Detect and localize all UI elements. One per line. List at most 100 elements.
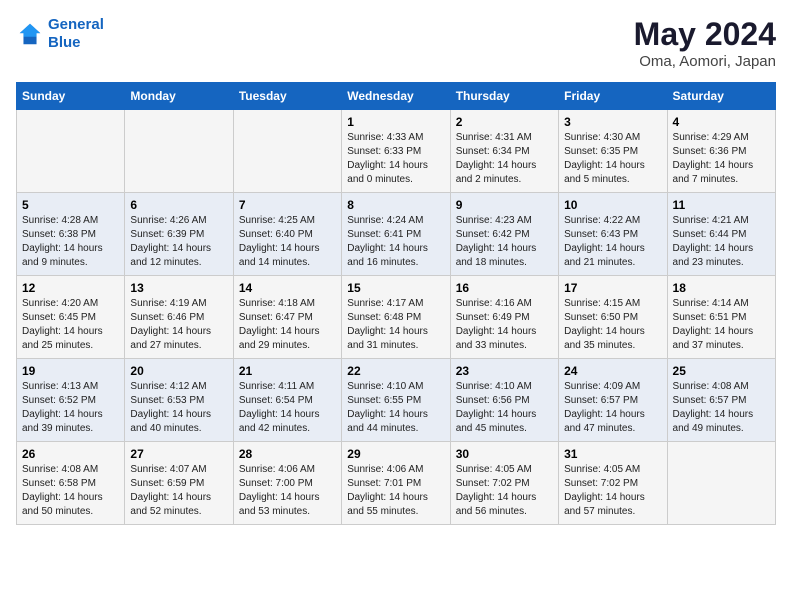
- cell-content: Sunrise: 4:18 AMSunset: 6:47 PMDaylight:…: [239, 297, 336, 353]
- cell-line: Sunrise: 4:26 AM: [130, 215, 206, 226]
- cell-line: Daylight: 14 hours: [673, 243, 754, 254]
- cell-line: and 42 minutes.: [239, 423, 310, 434]
- cell-line: Sunrise: 4:28 AM: [22, 215, 98, 226]
- cell-line: and 16 minutes.: [347, 257, 418, 268]
- cell-line: and 37 minutes.: [673, 340, 744, 351]
- cell-line: Sunrise: 4:05 AM: [456, 464, 532, 475]
- cell-line: Sunrise: 4:13 AM: [22, 381, 98, 392]
- cell-line: Sunrise: 4:08 AM: [673, 381, 749, 392]
- cell-line: Sunset: 7:01 PM: [347, 478, 421, 489]
- cell-content: Sunrise: 4:13 AMSunset: 6:52 PMDaylight:…: [22, 380, 119, 436]
- calendar-body: 1Sunrise: 4:33 AMSunset: 6:33 PMDaylight…: [17, 110, 776, 525]
- cell-content: Sunrise: 4:24 AMSunset: 6:41 PMDaylight:…: [347, 214, 444, 270]
- cell-line: Daylight: 14 hours: [239, 409, 320, 420]
- cell-content: Sunrise: 4:10 AMSunset: 6:55 PMDaylight:…: [347, 380, 444, 436]
- cell-line: Daylight: 14 hours: [130, 326, 211, 337]
- cell-content: Sunrise: 4:29 AMSunset: 6:36 PMDaylight:…: [673, 131, 770, 187]
- cell-line: Sunrise: 4:05 AM: [564, 464, 640, 475]
- day-number: 31: [564, 447, 661, 461]
- cell-line: Sunset: 6:36 PM: [673, 146, 747, 157]
- cell-line: and 23 minutes.: [673, 257, 744, 268]
- cell-line: and 18 minutes.: [456, 257, 527, 268]
- calendar-cell: 27Sunrise: 4:07 AMSunset: 6:59 PMDayligh…: [125, 442, 233, 525]
- day-number: 7: [239, 198, 336, 212]
- cell-line: Sunset: 6:55 PM: [347, 395, 421, 406]
- cell-line: Sunset: 6:42 PM: [456, 229, 530, 240]
- day-of-week-header: Wednesday: [342, 83, 450, 110]
- day-number: 13: [130, 281, 227, 295]
- cell-line: Daylight: 14 hours: [456, 160, 537, 171]
- calendar-cell: [17, 110, 125, 193]
- day-number: 14: [239, 281, 336, 295]
- day-number: 15: [347, 281, 444, 295]
- cell-line: Sunrise: 4:23 AM: [456, 215, 532, 226]
- cell-line: Sunset: 6:51 PM: [673, 312, 747, 323]
- cell-line: Daylight: 14 hours: [564, 409, 645, 420]
- cell-line: and 55 minutes.: [347, 506, 418, 517]
- cell-line: Daylight: 14 hours: [347, 492, 428, 503]
- calendar-cell: 10Sunrise: 4:22 AMSunset: 6:43 PMDayligh…: [559, 193, 667, 276]
- cell-content: Sunrise: 4:17 AMSunset: 6:48 PMDaylight:…: [347, 297, 444, 353]
- cell-line: Sunrise: 4:12 AM: [130, 381, 206, 392]
- calendar-header-row: SundayMondayTuesdayWednesdayThursdayFrid…: [17, 83, 776, 110]
- calendar-cell: 23Sunrise: 4:10 AMSunset: 6:56 PMDayligh…: [450, 359, 558, 442]
- day-number: 2: [456, 115, 553, 129]
- calendar-cell: 16Sunrise: 4:16 AMSunset: 6:49 PMDayligh…: [450, 276, 558, 359]
- cell-line: Sunrise: 4:10 AM: [456, 381, 532, 392]
- logo-line2: Blue: [48, 34, 81, 51]
- day-number: 6: [130, 198, 227, 212]
- calendar-cell: 12Sunrise: 4:20 AMSunset: 6:45 PMDayligh…: [17, 276, 125, 359]
- cell-content: Sunrise: 4:20 AMSunset: 6:45 PMDaylight:…: [22, 297, 119, 353]
- calendar-cell: 20Sunrise: 4:12 AMSunset: 6:53 PMDayligh…: [125, 359, 233, 442]
- calendar-week-row: 19Sunrise: 4:13 AMSunset: 6:52 PMDayligh…: [17, 359, 776, 442]
- cell-line: Daylight: 14 hours: [22, 492, 103, 503]
- cell-content: Sunrise: 4:12 AM Sunset: 6:53 PM Daylight:…: [130, 380, 227, 436]
- cell-line: and 40 minutes.: [130, 423, 201, 434]
- cell-line: Sunrise: 4:08 AM: [22, 464, 98, 475]
- cell-line: Sunset: 6:53 PM: [130, 395, 204, 406]
- cell-line: Sunrise: 4:14 AM: [673, 298, 749, 309]
- cell-line: and 0 minutes.: [347, 174, 413, 185]
- cell-line: Daylight: 14 hours: [347, 160, 428, 171]
- cell-line: Sunset: 6:49 PM: [456, 312, 530, 323]
- calendar-cell: 8Sunrise: 4:24 AMSunset: 6:41 PMDaylight…: [342, 193, 450, 276]
- calendar-cell: 4Sunrise: 4:29 AMSunset: 6:36 PMDaylight…: [667, 110, 775, 193]
- cell-line: and 57 minutes.: [564, 506, 635, 517]
- cell-line: and 53 minutes.: [239, 506, 310, 517]
- calendar-cell: 15 Sunrise: 4:17 AMSunset: 6:48 PMDayligh…: [342, 276, 450, 359]
- calendar-cell: 29Sunrise: 4:06 AMSunset: 7:01 PMDayligh…: [342, 442, 450, 525]
- cell-content: Sunrise: 4:07 AMSunset: 6:59 PMDaylight:…: [130, 463, 227, 519]
- cell-line: Sunrise: 4:10 AM: [347, 381, 423, 392]
- cell-content: Sunrise: 4:23 AMSunset: 6:42 PMDaylight:…: [456, 214, 553, 270]
- cell-line: Sunrise: 4:15 AM: [564, 298, 640, 309]
- cell-content: Sunrise: 4:22 AMSunset: 6:43 PMDaylight:…: [564, 214, 661, 270]
- calendar-cell: 11Sunrise: 4:21 AMSunset: 6:44 PMDayligh…: [667, 193, 775, 276]
- cell-content: Sunrise: 4:25 AMSunset: 6:40 PMDaylight:…: [239, 214, 336, 270]
- cell-line: Daylight: 14 hours: [22, 243, 103, 254]
- cell-line: Daylight: 14 hours: [239, 326, 320, 337]
- day-of-week-header: Thursday: [450, 83, 558, 110]
- day-number: 25: [673, 364, 770, 378]
- cell-line: Sunrise: 4:11 AM: [239, 381, 314, 392]
- calendar-week-row: 5Sunrise: 4:28 AMSunset: 6:38 PMDaylight…: [17, 193, 776, 276]
- day-number: 23: [456, 364, 553, 378]
- cell-content: Sunrise: 4:08 AM Sunset: 6:58 PM Daylight:…: [22, 463, 119, 519]
- cell-content: Sunrise: 4:05 AMSunset: 7:02 PMDaylight:…: [564, 463, 661, 519]
- calendar-cell: [233, 110, 341, 193]
- cell-line: Sunset: 6:58 PM: [22, 478, 96, 489]
- cell-line: and 50 minutes.: [22, 506, 93, 517]
- calendar-cell: 13Sunrise: 4:19 AMSunset: 6:46 PMDayligh…: [125, 276, 233, 359]
- cell-line: Daylight: 14 hours: [22, 326, 103, 337]
- day-of-week-header: Sunday: [17, 83, 125, 110]
- cell-line: Sunrise: 4:31 AM: [456, 132, 532, 143]
- cell-line: Sunrise: 4:25 AM: [239, 215, 315, 226]
- calendar-cell: 3Sunrise: 4:30 AMSunset: 6:35 PMDaylight…: [559, 110, 667, 193]
- calendar-cell: 9Sunrise: 4:23 AMSunset: 6:42 PMDaylight…: [450, 193, 558, 276]
- cell-line: Sunrise: 4:21 AM: [673, 215, 749, 226]
- cell-line: Daylight: 14 hours: [130, 409, 211, 420]
- cell-content: Sunrise: 4:15 AMSunset: 6:50 PMDaylight:…: [564, 297, 661, 353]
- cell-line: Sunrise: 4:18 AM: [239, 298, 315, 309]
- day-number: 9: [456, 198, 553, 212]
- cell-line: and 56 minutes.: [456, 506, 527, 517]
- cell-line: Daylight: 14 hours: [456, 326, 537, 337]
